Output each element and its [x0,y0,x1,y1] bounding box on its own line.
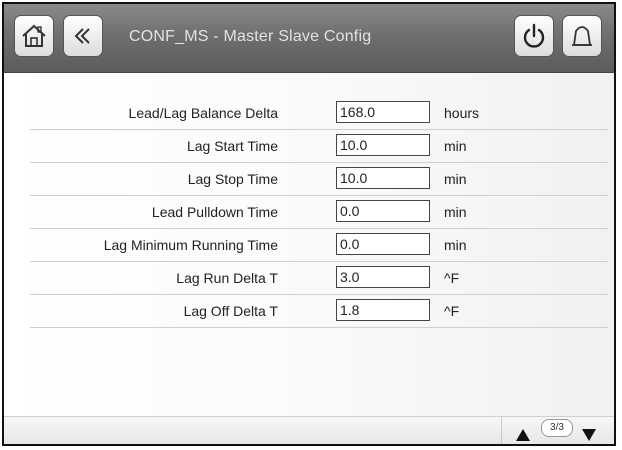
back-button[interactable] [63,15,103,57]
setting-value-field[interactable]: 168.0 [336,101,430,123]
setting-row: Lag Run Delta T 3.0 ^F [4,262,614,295]
page-title: CONF_MS - Master Slave Config [129,28,372,45]
setting-unit: ^F [444,303,460,319]
setting-label: Lag Stop Time [187,171,278,187]
home-button[interactable] [14,15,54,57]
setting-unit: hours [444,105,480,121]
setting-unit: min [444,204,467,220]
alarm-button[interactable] [562,15,602,57]
setting-row: Lag Off Delta T 1.8 ^F [4,295,614,328]
setting-value-field[interactable]: 0.0 [336,233,430,255]
setting-unit: min [444,138,467,154]
setting-label: Lag Run Delta T [176,270,278,286]
pager-divider [501,417,502,444]
power-icon [520,22,548,50]
setting-label: Lag Start Time [186,138,278,154]
bell-icon [568,21,596,51]
footer-bar: 3/3 [4,416,614,444]
setting-label: Lag Minimum Running Time [103,237,278,253]
home-icon [20,22,48,50]
setting-value-field[interactable]: 10.0 [336,167,430,189]
page-up-arrow-icon[interactable] [516,429,530,441]
setting-row: Lag Minimum Running Time 0.0 min [4,229,614,262]
setting-value-field[interactable]: 1.8 [336,299,430,321]
setting-value-field[interactable]: 10.0 [336,134,430,156]
setting-unit: ^F [444,270,460,286]
setting-row: Lag Start Time 10.0 min [4,130,614,163]
row-divider [30,327,608,328]
setting-unit: min [444,237,467,253]
setting-label: Lead/Lag Balance Delta [128,105,278,121]
setting-row: Lead Pulldown Time 0.0 min [4,196,614,229]
setting-value-field[interactable]: 3.0 [336,266,430,288]
setting-value-field[interactable]: 0.0 [336,200,430,222]
setting-unit: min [444,171,467,187]
page-down-arrow-icon[interactable] [582,429,596,441]
setting-label: Lag Off Delta T [183,303,278,319]
page-indicator: 3/3 [541,419,573,437]
settings-panel: Lead/Lag Balance Delta 168.0 hours Lag S… [4,73,614,416]
setting-label: Lead Pulldown Time [151,204,278,220]
app-frame: CONF_MS - Master Slave Config Lead/Lag B… [2,2,616,446]
power-button[interactable] [514,15,554,57]
setting-row: Lag Stop Time 10.0 min [4,163,614,196]
setting-row: Lead/Lag Balance Delta 168.0 hours [4,97,614,130]
back-icon [71,24,95,48]
header-bar: CONF_MS - Master Slave Config [4,4,614,73]
